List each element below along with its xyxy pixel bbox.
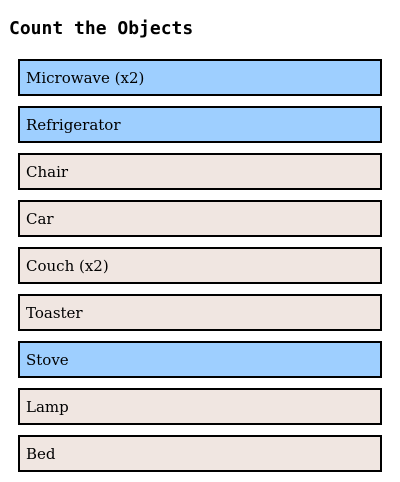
object-item-refrigerator[interactable]: Refrigerator	[18, 106, 382, 143]
object-item-toaster[interactable]: Toaster	[18, 294, 382, 331]
object-item-car[interactable]: Car	[18, 200, 382, 237]
object-item-label: Refrigerator	[26, 115, 121, 134]
object-item-label: Toaster	[26, 303, 83, 322]
object-list: Microwave (x2) Refrigerator Chair Car Co…	[18, 59, 382, 482]
object-item-stove[interactable]: Stove	[18, 341, 382, 378]
object-item-lamp[interactable]: Lamp	[18, 388, 382, 425]
object-item-label: Bed	[26, 444, 56, 463]
object-item-bed[interactable]: Bed	[18, 435, 382, 472]
object-item-label: Couch (x2)	[26, 256, 109, 275]
object-item-label: Chair	[26, 162, 69, 181]
object-item-label: Microwave (x2)	[26, 68, 145, 87]
object-item-label: Stove	[26, 350, 69, 369]
object-item-chair[interactable]: Chair	[18, 153, 382, 190]
object-item-label: Lamp	[26, 397, 69, 416]
object-item-microwave[interactable]: Microwave (x2)	[18, 59, 382, 96]
object-item-couch[interactable]: Couch (x2)	[18, 247, 382, 284]
page-title: Count the Objects	[9, 18, 194, 39]
object-item-label: Car	[26, 209, 54, 228]
